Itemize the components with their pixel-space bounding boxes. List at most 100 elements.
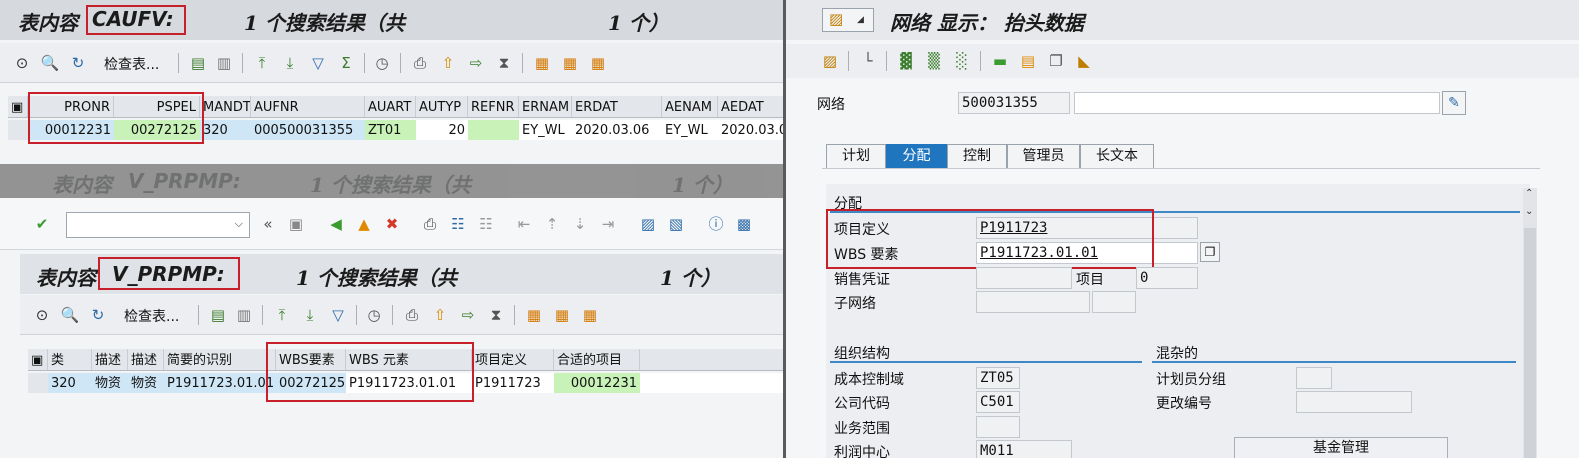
column-header[interactable]: MANDT (200, 96, 251, 117)
print-preview-icon[interactable]: ⎙ (410, 53, 430, 73)
refresh-icon[interactable]: ↻ (88, 305, 108, 325)
find-icon[interactable]: ☷ (448, 214, 468, 234)
check-table-button[interactable]: 检查表... (104, 54, 159, 74)
refresh-icon[interactable]: ↻ (68, 53, 88, 73)
copy-icon[interactable]: ❐ (1046, 51, 1066, 71)
last-page-icon[interactable]: ▥ (234, 305, 254, 325)
tab-plan[interactable]: 计划 (826, 144, 886, 168)
abc-analysis-icon[interactable]: ⧗ (494, 53, 514, 73)
column-header[interactable]: AUART (365, 96, 416, 117)
choose-layout-icon[interactable]: ▦ (532, 53, 552, 73)
subtotal-icon[interactable]: ◷ (364, 305, 384, 325)
glasses-icon[interactable]: ⊙ (12, 53, 32, 73)
column-header[interactable]: 项目定义 (472, 349, 554, 370)
change-layout-icon[interactable]: ▦ (560, 53, 580, 73)
previous-page-icon[interactable]: ⇡ (542, 214, 562, 234)
hierarchy-icon[interactable]: └ (858, 51, 878, 71)
column-header[interactable]: 描述 (92, 349, 128, 370)
tab-control[interactable]: 控制 (947, 144, 1007, 168)
glasses-icon[interactable]: ⊙ (32, 305, 52, 325)
detail-search-icon[interactable]: 🔍 (40, 53, 60, 73)
column-header[interactable]: 简要的识别 (164, 349, 276, 370)
collapse-icon[interactable]: « (258, 214, 278, 234)
row-selector[interactable] (28, 373, 48, 393)
sort-ascending-icon[interactable]: ⤒ (252, 53, 272, 73)
filter-icon[interactable]: ▽ (328, 305, 348, 325)
send-icon[interactable]: ⇨ (466, 53, 486, 73)
filter-icon[interactable]: ▽ (308, 53, 328, 73)
shortcut-icon[interactable]: ▧ (666, 214, 686, 234)
column-header[interactable]: ERDAT (572, 96, 662, 117)
fund-management-button[interactable]: 基金管理 (1234, 437, 1448, 458)
tab-assignment[interactable]: 分配 (886, 144, 947, 168)
detail-search-icon[interactable]: 🔍 (60, 305, 80, 325)
scroll-up-icon[interactable]: ⌃ (1525, 188, 1533, 199)
structure-icon[interactable]: ▓ (896, 51, 916, 71)
change-layout-icon[interactable]: ▦ (552, 305, 572, 325)
graphic-icon[interactable]: ◣ (1074, 51, 1094, 71)
activities-icon[interactable]: ▒ (924, 51, 944, 71)
enter-icon[interactable]: ✔ (32, 214, 52, 234)
sort-descending-icon[interactable]: ⤓ (300, 305, 320, 325)
scroll-down-icon[interactable]: ⌄ (1525, 206, 1533, 217)
change-number-field[interactable] (1296, 391, 1412, 413)
save-layout-icon[interactable]: ▦ (588, 53, 608, 73)
sales-document-field[interactable] (976, 267, 1072, 289)
other-network-icon[interactable]: ▨ (820, 51, 840, 71)
row-selector[interactable] (8, 120, 28, 140)
column-header[interactable]: AENAM (662, 96, 718, 117)
network-description-field[interactable] (1074, 92, 1440, 114)
help-icon[interactable]: ⓘ (706, 214, 726, 234)
send-icon[interactable]: ⇨ (458, 305, 478, 325)
save-layout-icon[interactable]: ▦ (580, 305, 600, 325)
cancel-icon[interactable]: ✖ (382, 214, 402, 234)
sort-ascending-icon[interactable]: ⤒ (272, 305, 292, 325)
print-preview-icon[interactable]: ⎙ (402, 305, 422, 325)
edit-long-text-icon[interactable]: ✎ (1442, 91, 1466, 115)
tab-long-text[interactable]: 长文本 (1080, 144, 1154, 168)
save-icon[interactable]: ▣ (286, 214, 306, 234)
last-page-icon[interactable]: ⇥ (598, 214, 618, 234)
sub-network-field[interactable] (976, 291, 1090, 313)
component-icon[interactable]: ▬ (990, 51, 1010, 71)
column-header[interactable]: REFNR (468, 96, 519, 117)
controlling-area-field[interactable]: ZT05 (976, 367, 1020, 389)
back-icon[interactable]: ◀ (326, 214, 346, 234)
business-area-field[interactable] (976, 416, 1020, 438)
sub-network-operation-field[interactable] (1092, 291, 1136, 313)
new-session-icon[interactable]: ▨ (638, 214, 658, 234)
select-all-icon[interactable]: ▣ (28, 349, 48, 370)
sum-icon[interactable]: Σ (336, 53, 356, 73)
profit-center-field[interactable]: M011 (976, 440, 1072, 458)
column-header[interactable]: AEDAT (718, 96, 783, 117)
check-table-button[interactable]: 检查表... (124, 306, 179, 326)
customize-layout-icon[interactable]: ▩ (734, 214, 754, 234)
column-header[interactable]: 描述 (128, 349, 164, 370)
costs-icon[interactable]: ▤ (1018, 51, 1038, 71)
subtotal-icon[interactable]: ◷ (372, 53, 392, 73)
first-page-icon[interactable]: ▤ (188, 53, 208, 73)
column-header[interactable]: 合适的项目 (554, 349, 640, 370)
column-header[interactable]: AUTYP (416, 96, 468, 117)
exit-icon[interactable]: ▲ (354, 214, 374, 234)
planner-group-field[interactable] (1296, 367, 1332, 389)
network-field[interactable]: 500031355 (958, 92, 1070, 114)
menu-button[interactable]: ▨ ◢ (822, 8, 874, 32)
scrollbar-thumb[interactable] (1524, 228, 1536, 458)
first-page-icon[interactable]: ⇤ (514, 214, 534, 234)
abc-analysis-icon[interactable]: ⧗ (486, 305, 506, 325)
column-header[interactable]: 类 (48, 349, 92, 370)
export-icon[interactable]: ⇧ (430, 305, 450, 325)
copy-icon[interactable]: ❐ (1200, 242, 1220, 262)
find-next-icon[interactable]: ☷ (476, 214, 496, 234)
export-icon[interactable]: ⇧ (438, 53, 458, 73)
relationships-icon[interactable]: ░ (952, 51, 972, 71)
sort-descending-icon[interactable]: ⤓ (280, 53, 300, 73)
first-page-icon[interactable]: ▤ (208, 305, 228, 325)
column-header[interactable]: AUFNR (251, 96, 365, 117)
item-field[interactable]: 0 (1136, 267, 1198, 289)
company-code-field[interactable]: C501 (976, 391, 1020, 413)
command-field[interactable]: ⌵ (66, 212, 250, 238)
tab-administration[interactable]: 管理员 (1007, 144, 1080, 168)
print-icon[interactable]: ⎙ (420, 214, 440, 234)
